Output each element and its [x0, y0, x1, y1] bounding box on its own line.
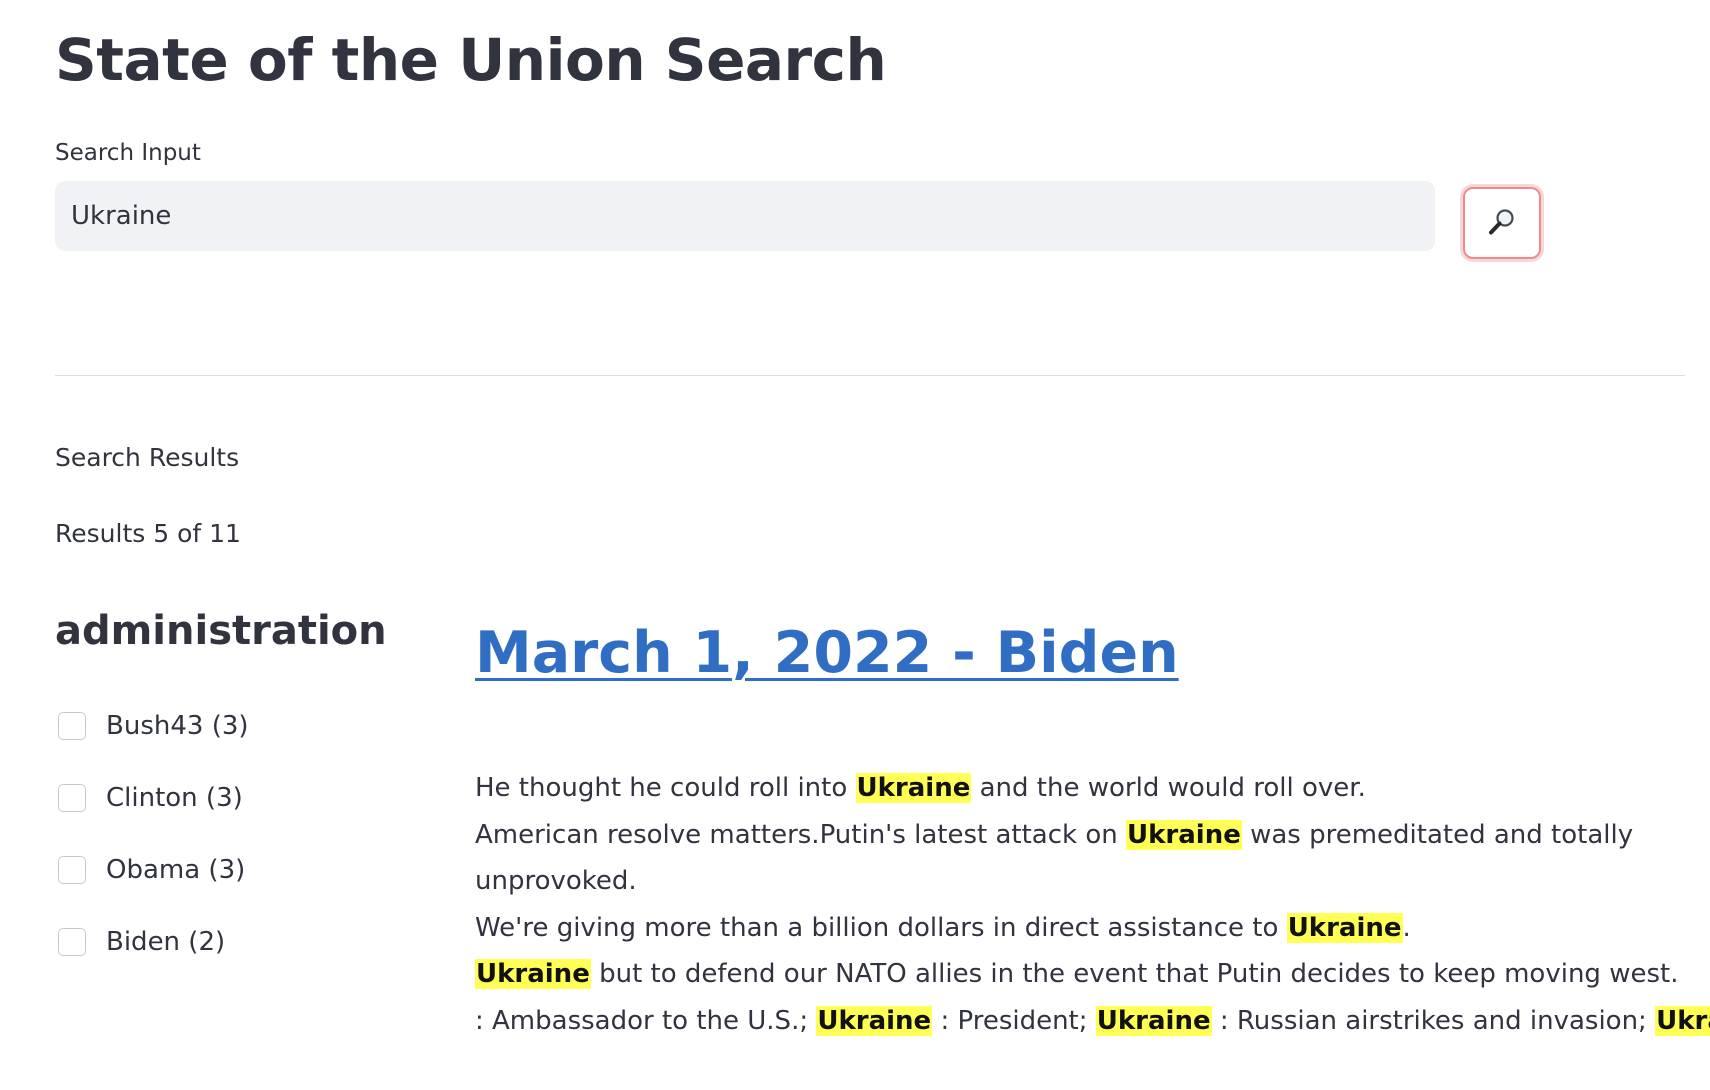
highlighted-term: Ukraine [475, 959, 591, 989]
facet-label: Bush43 (3) [106, 711, 249, 741]
search-results-label: Search Results [55, 443, 240, 472]
snippet-text: : President; [932, 1005, 1096, 1036]
checkbox[interactable] [58, 712, 86, 740]
facet-label: Obama (3) [106, 855, 246, 885]
snippet-text: American resolve matters.Putin's latest … [475, 819, 1127, 850]
snippet-line: Ukraine but to defend our NATO allies in… [475, 951, 1690, 998]
snippet-text: : Russian airstrikes and invasion; [1211, 1005, 1656, 1036]
search-button[interactable] [1463, 187, 1541, 259]
snippet-text: : Ambassador to the U.S.; [475, 1005, 817, 1036]
snippet-text: . [1402, 912, 1411, 943]
result-title-link[interactable]: March 1, 2022 - Biden [475, 620, 1179, 686]
snippet-text: and the world would roll over. [971, 773, 1366, 803]
search-input[interactable] [55, 181, 1435, 251]
facet-list: Bush43 (3) Clinton (3) Obama (3) Biden (… [55, 690, 415, 978]
snippet-text: We're giving more than a billion dollars… [475, 912, 1287, 943]
facet-heading: administration [55, 608, 387, 654]
facet-item-clinton[interactable]: Clinton (3) [55, 762, 415, 834]
snippet-line: We're giving more than a billion dollars… [475, 905, 1690, 952]
snippet-text: was premeditated and totally [1241, 819, 1634, 850]
snippet-text: unprovoked. [475, 866, 637, 896]
snippet-line: unprovoked. [475, 858, 1690, 905]
search-input-label: Search Input [55, 140, 201, 166]
checkbox[interactable] [58, 784, 86, 812]
result-snippets: He thought he could roll into Ukraine an… [475, 765, 1710, 1045]
snippet-text: but to defend our NATO allies in the eve… [590, 959, 1679, 989]
facet-item-obama[interactable]: Obama (3) [55, 834, 415, 906]
snippet-text: He thought he could roll into [475, 773, 856, 803]
checkbox[interactable] [58, 856, 86, 884]
highlighted-term: Ukraine [1126, 819, 1242, 850]
facet-item-bush43[interactable]: Bush43 (3) [55, 690, 415, 762]
checkbox[interactable] [58, 928, 86, 956]
page-title: State of the Union Search [55, 26, 887, 94]
snippet-line: : Ambassador to the U.S.; Ukraine : Pres… [475, 998, 1710, 1045]
snippet-line: He thought he could roll into Ukraine an… [475, 765, 1690, 812]
highlighted-term: Ukraine [855, 773, 972, 803]
facet-label: Biden (2) [106, 927, 226, 957]
facet-label: Clinton (3) [106, 783, 243, 813]
facet-item-biden[interactable]: Biden (2) [55, 906, 415, 978]
highlighted-term: Ukraine [1095, 1005, 1212, 1036]
snippet-line: American resolve matters.Putin's latest … [475, 812, 1690, 859]
magnifying-glass-icon [1487, 207, 1517, 240]
highlighted-term: Ukraine [1655, 1005, 1710, 1036]
section-divider [55, 375, 1685, 376]
highlighted-term: Ukraine [816, 1005, 933, 1036]
highlighted-term: Ukraine [1286, 912, 1403, 943]
results-count: Results 5 of 11 [55, 519, 241, 548]
